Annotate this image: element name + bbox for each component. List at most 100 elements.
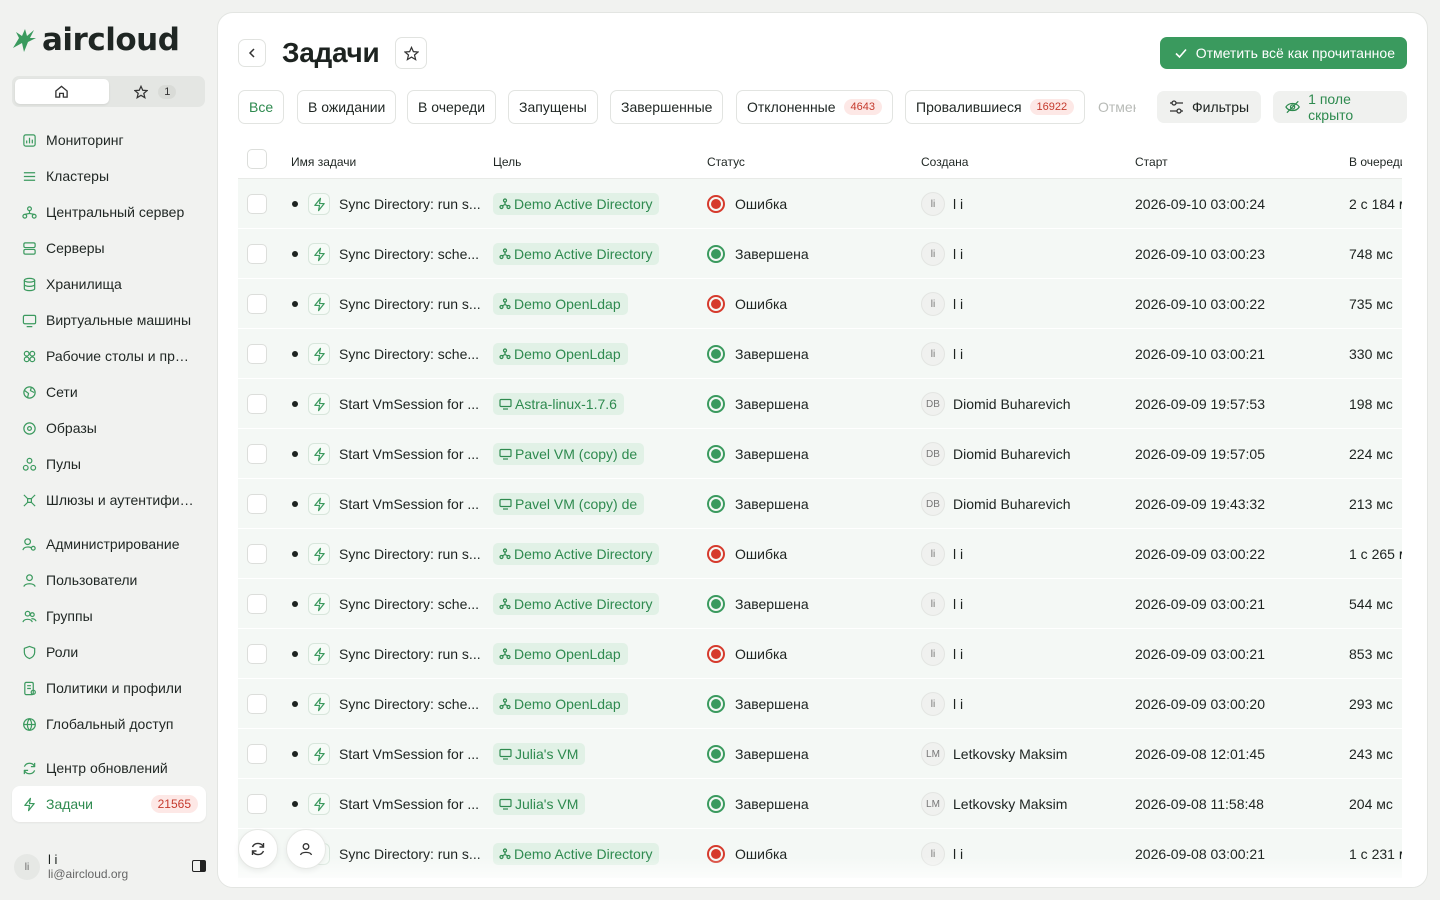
- task-name[interactable]: Sync Directory: sche...: [339, 329, 484, 379]
- col-name[interactable]: Имя задачи: [291, 155, 356, 169]
- sidebar-item-11[interactable]: Администрирование: [12, 526, 206, 562]
- table-row[interactable]: Sync Directory: sche... Demo Active Direc…: [238, 579, 1402, 629]
- sidebar-item-6[interactable]: Рабочие столы и прил...: [12, 338, 206, 374]
- row-checkbox[interactable]: [247, 544, 267, 564]
- sidebar-item-0[interactable]: Мониторинг: [12, 122, 206, 158]
- row-checkbox[interactable]: [247, 794, 267, 814]
- sidebar-item-3[interactable]: Серверы: [12, 230, 206, 266]
- col-created[interactable]: Создана: [921, 155, 968, 169]
- row-checkbox[interactable]: [247, 444, 267, 464]
- sidebar-item-15[interactable]: Политики и профили: [12, 670, 206, 706]
- refresh-button[interactable]: [238, 829, 278, 869]
- target-link[interactable]: Demo OpenLdap: [493, 693, 628, 715]
- task-name[interactable]: Sync Directory: run s...: [339, 629, 484, 679]
- sidebar-item-8[interactable]: Образы: [12, 410, 206, 446]
- col-status[interactable]: Статус: [707, 155, 745, 169]
- tab-7[interactable]: Отменены: [1098, 90, 1136, 124]
- table-row[interactable]: Sync Directory: run s... Demo Active Dire…: [238, 529, 1402, 579]
- mark-all-read-button[interactable]: Отметить всё как прочитанное: [1159, 37, 1407, 69]
- task-name[interactable]: Sync Directory: run s...: [339, 279, 484, 329]
- table-row[interactable]: Sync Directory: sche... Demo OpenLdap Заве…: [238, 329, 1402, 379]
- sidebar-item-10[interactable]: Шлюзы и аутентифика...: [12, 482, 206, 518]
- user-profile[interactable]: li l i li@aircloud.org: [14, 852, 206, 882]
- user-filter-button[interactable]: [286, 829, 326, 869]
- tab-1[interactable]: В ожидании: [297, 90, 397, 124]
- table-row[interactable]: Sync Directory: sche... Demo Active Direc…: [238, 229, 1402, 279]
- target-link[interactable]: Pavel VM (copy) de: [493, 493, 645, 515]
- filters-button[interactable]: Фильтры: [1157, 91, 1262, 123]
- row-checkbox[interactable]: [247, 344, 267, 364]
- row-checkbox[interactable]: [247, 294, 267, 314]
- target-link[interactable]: Demo Active Directory: [493, 193, 660, 215]
- sidebar-item-9[interactable]: Пулы: [12, 446, 206, 482]
- target-link[interactable]: Astra-linux-1.7.6: [493, 393, 624, 415]
- table-row[interactable]: Start VmSession for ... Julia's VM Заверше…: [238, 779, 1402, 829]
- task-name[interactable]: Start VmSession for ...: [339, 779, 484, 829]
- tab-5[interactable]: Отклоненные 4643: [736, 90, 894, 124]
- sidebar-item-5[interactable]: Виртуальные машины: [12, 302, 206, 338]
- sidebar-item-16[interactable]: Глобальный доступ: [12, 706, 206, 742]
- target-link[interactable]: Demo Active Directory: [493, 543, 660, 565]
- col-start[interactable]: Старт: [1135, 155, 1168, 169]
- target-link[interactable]: Pavel VM (copy) de: [493, 443, 645, 465]
- task-name[interactable]: Start VmSession for ...: [339, 379, 484, 429]
- task-name[interactable]: Sync Directory: sche...: [339, 679, 484, 729]
- task-name[interactable]: Sync Directory: sche...: [339, 229, 484, 279]
- sidebar-item-1[interactable]: Кластеры: [12, 158, 206, 194]
- row-checkbox[interactable]: [247, 494, 267, 514]
- hidden-fields-button[interactable]: 1 поле скрыто: [1273, 91, 1407, 123]
- filters-label: Фильтры: [1192, 99, 1250, 115]
- row-checkbox[interactable]: [247, 644, 267, 664]
- sidebar-item-12[interactable]: Пользователи: [12, 562, 206, 598]
- home-tab[interactable]: [15, 79, 109, 104]
- back-button[interactable]: [238, 39, 266, 67]
- sidebar-item-4[interactable]: Хранилища: [12, 266, 206, 302]
- tab-0[interactable]: Все: [238, 90, 285, 124]
- row-checkbox[interactable]: [247, 594, 267, 614]
- sidebar-item-7[interactable]: Сети: [12, 374, 206, 410]
- target-link[interactable]: Julia's VM: [493, 743, 586, 765]
- table-row[interactable]: Start VmSession for ... Astra-linux-1.7.6…: [238, 379, 1402, 429]
- target-link[interactable]: Julia's VM: [493, 793, 586, 815]
- target-link[interactable]: Demo OpenLdap: [493, 643, 628, 665]
- table-row[interactable]: Sync Directory: sche... Demo OpenLdap Заве…: [238, 679, 1402, 729]
- row-checkbox[interactable]: [247, 194, 267, 214]
- table-row[interactable]: Start VmSession for ... Pavel VM (copy) d…: [238, 479, 1402, 529]
- row-checkbox[interactable]: [247, 744, 267, 764]
- favorite-button[interactable]: [395, 37, 428, 69]
- table-row[interactable]: Sync Directory: run s... Demo OpenLdap Оши…: [238, 629, 1402, 679]
- sidebar-item-14[interactable]: Роли: [12, 634, 206, 670]
- select-all-checkbox[interactable]: [247, 149, 267, 169]
- queue-time: 853 мс: [1349, 646, 1393, 662]
- tab-2[interactable]: В очереди: [407, 90, 497, 124]
- sidebar-item-2[interactable]: Центральный сервер: [12, 194, 206, 230]
- table-row[interactable]: Start VmSession for ... Pavel VM (copy) d…: [238, 429, 1402, 479]
- row-checkbox[interactable]: [247, 244, 267, 264]
- col-queue[interactable]: В очереди: [1349, 155, 1402, 169]
- sidebar-item-13[interactable]: Группы: [12, 598, 206, 634]
- table-row[interactable]: Sync Directory: run s... Demo Active Dire…: [238, 179, 1402, 229]
- target-link[interactable]: Demo OpenLdap: [493, 293, 628, 315]
- row-checkbox[interactable]: [247, 694, 267, 714]
- task-name[interactable]: Sync Directory: run s...: [339, 179, 484, 229]
- sidebar-item-18[interactable]: Задачи 21565: [12, 786, 206, 822]
- sidebar-item-17[interactable]: Центр обновлений: [12, 750, 206, 786]
- task-name[interactable]: Start VmSession for ...: [339, 729, 484, 779]
- task-name[interactable]: Sync Directory: sche...: [339, 579, 484, 629]
- row-checkbox[interactable]: [247, 394, 267, 414]
- sidebar-toggle-icon[interactable]: [192, 860, 206, 872]
- aircloud-logo[interactable]: aircloud: [10, 22, 180, 58]
- tab-4[interactable]: Завершенные: [610, 90, 724, 124]
- tab-6[interactable]: Провалившиеся 16922: [905, 90, 1086, 124]
- target-link[interactable]: Demo OpenLdap: [493, 343, 628, 365]
- table-row[interactable]: Start VmSession for ... Julia's VM Заверше…: [238, 729, 1402, 779]
- favorites-tab[interactable]: 1: [109, 79, 203, 104]
- task-name[interactable]: Start VmSession for ...: [339, 429, 484, 479]
- tab-3[interactable]: Запущены: [508, 90, 598, 124]
- target-link[interactable]: Demo Active Directory: [493, 243, 660, 265]
- task-name[interactable]: Sync Directory: run s...: [339, 529, 484, 579]
- table-row[interactable]: Sync Directory: run s... Demo OpenLdap Оши…: [238, 279, 1402, 329]
- col-target[interactable]: Цель: [493, 155, 521, 169]
- target-link[interactable]: Demo Active Directory: [493, 593, 660, 615]
- task-name[interactable]: Start VmSession for ...: [339, 479, 484, 529]
